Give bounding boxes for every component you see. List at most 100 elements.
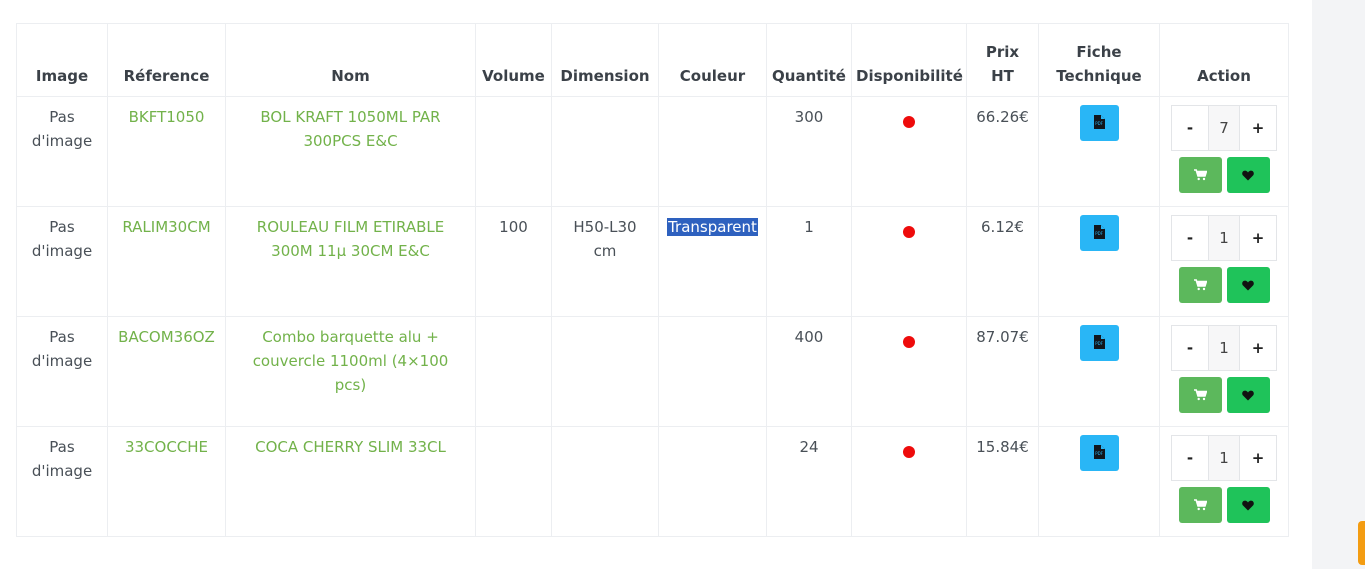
- dimension-cell: [551, 316, 659, 427]
- header-prix-line2: HT: [991, 67, 1014, 85]
- reference-link[interactable]: RALIM30CM: [122, 218, 210, 236]
- image-cell: Pas d'image: [16, 316, 108, 427]
- row-actions: [1160, 157, 1288, 193]
- prix-cell: 6.12€: [966, 206, 1039, 317]
- heart-icon: [1242, 390, 1254, 400]
- add-to-favorites-button[interactable]: [1226, 487, 1270, 523]
- dimension-cell: [551, 426, 659, 537]
- header-dimension: Dimension: [551, 23, 659, 97]
- quantity-stepper: - 7 +: [1160, 105, 1288, 151]
- add-to-favorites-button[interactable]: [1226, 157, 1270, 193]
- quantite-cell: 300: [766, 96, 852, 207]
- heart-icon: [1242, 280, 1254, 290]
- pdf-button[interactable]: PDF: [1079, 105, 1119, 141]
- reference-cell: BACOM36OZ: [107, 316, 226, 427]
- product-name-link[interactable]: Combo barquette alu + couvercle 1100ml (…: [253, 328, 449, 394]
- decrease-button[interactable]: -: [1171, 325, 1209, 371]
- pdf-file-icon: PDF: [1093, 445, 1105, 459]
- dimension-cell: [551, 96, 659, 207]
- volume-cell: [475, 426, 552, 537]
- pdf-button[interactable]: PDF: [1079, 435, 1119, 471]
- availability-dot: [903, 226, 915, 238]
- header-prix: Prix HT: [966, 23, 1039, 97]
- no-image-line1: Pas: [49, 438, 75, 456]
- no-image-line1: Pas: [49, 218, 75, 236]
- no-image-line2: d'image: [31, 462, 93, 480]
- action-cell: - 1 +: [1159, 426, 1289, 537]
- couleur-cell: [658, 96, 767, 207]
- product-name-link[interactable]: COCA CHERRY SLIM 33CL: [255, 438, 446, 456]
- header-action: Action: [1159, 23, 1289, 97]
- table-row: Pas d'image BKFT1050 BOL KRAFT 1050ML PAR…: [16, 96, 1289, 207]
- increase-button[interactable]: +: [1239, 435, 1277, 481]
- decrease-button[interactable]: -: [1171, 215, 1209, 261]
- reference-link[interactable]: BKFT1050: [129, 108, 205, 126]
- increase-button[interactable]: +: [1239, 105, 1277, 151]
- row-actions: [1160, 487, 1288, 523]
- cart-icon: [1193, 389, 1207, 401]
- product-name-link[interactable]: ROULEAU FILM ETIRABLE 300M 11µ 30CM E&C: [257, 218, 444, 260]
- row-actions: [1160, 267, 1288, 303]
- cart-icon: [1193, 279, 1207, 291]
- decrease-button[interactable]: -: [1171, 435, 1209, 481]
- side-tab[interactable]: [1358, 521, 1365, 565]
- quantity-value[interactable]: 1: [1209, 325, 1239, 371]
- image-cell: Pas d'image: [16, 96, 108, 207]
- increase-button[interactable]: +: [1239, 325, 1277, 371]
- prix-cell: 15.84€: [966, 426, 1039, 537]
- reference-cell: BKFT1050: [107, 96, 226, 207]
- action-cell: - 7 +: [1159, 96, 1289, 207]
- header-nom: Nom: [225, 23, 476, 97]
- action-cell: - 1 +: [1159, 206, 1289, 317]
- table-row: Pas d'image RALIM30CM ROULEAU FILM ETIRAB…: [16, 206, 1289, 317]
- cart-icon: [1193, 499, 1207, 511]
- pdf-button[interactable]: PDF: [1079, 325, 1119, 361]
- availability-dot: [903, 446, 915, 458]
- quantity-value[interactable]: 1: [1209, 435, 1239, 481]
- product-name-link[interactable]: BOL KRAFT 1050ML PAR 300PCS E&C: [260, 108, 440, 150]
- no-image-line2: d'image: [31, 132, 93, 150]
- header-image: Image: [16, 23, 108, 97]
- decrease-button[interactable]: -: [1171, 105, 1209, 151]
- add-to-favorites-button[interactable]: [1226, 377, 1270, 413]
- reference-cell: RALIM30CM: [107, 206, 226, 317]
- pdf-file-icon: PDF: [1093, 225, 1105, 239]
- svg-text:PDF: PDF: [1095, 451, 1103, 456]
- action-cell: - 1 +: [1159, 316, 1289, 427]
- add-to-cart-button[interactable]: [1178, 487, 1222, 523]
- table-header-row: Image Réference Nom Volume Dimension Cou…: [16, 23, 1289, 97]
- couleur-value: Transparent: [667, 218, 758, 236]
- quantite-cell: 24: [766, 426, 852, 537]
- increase-button[interactable]: +: [1239, 215, 1277, 261]
- quantity-value[interactable]: 7: [1209, 105, 1239, 151]
- image-cell: Pas d'image: [16, 426, 108, 537]
- header-disponibilite: Disponibilité: [851, 23, 967, 97]
- add-to-cart-button[interactable]: [1178, 377, 1222, 413]
- header-fiche-line1: Fiche: [1076, 43, 1122, 61]
- volume-cell: 100: [475, 206, 552, 317]
- prix-cell: 87.07€: [966, 316, 1039, 427]
- reference-link[interactable]: 33COCCHE: [125, 438, 208, 456]
- header-fiche: Fiche Technique: [1038, 23, 1160, 97]
- reference-cell: 33COCCHE: [107, 426, 226, 537]
- header-couleur: Couleur: [658, 23, 767, 97]
- reference-link[interactable]: BACOM36OZ: [118, 328, 215, 346]
- heart-icon: [1242, 500, 1254, 510]
- quantity-stepper: - 1 +: [1160, 435, 1288, 481]
- row-actions: [1160, 377, 1288, 413]
- no-image-line1: Pas: [49, 108, 75, 126]
- couleur-cell: Transparent: [658, 206, 767, 317]
- no-image-line1: Pas: [49, 328, 75, 346]
- quantite-cell: 1: [766, 206, 852, 317]
- nom-cell: BOL KRAFT 1050ML PAR 300PCS E&C: [225, 96, 476, 207]
- add-to-cart-button[interactable]: [1178, 157, 1222, 193]
- add-to-favorites-button[interactable]: [1226, 267, 1270, 303]
- table-row: Pas d'image 33COCCHE COCA CHERRY SLIM 33C…: [16, 426, 1289, 537]
- quantity-stepper: - 1 +: [1160, 325, 1288, 371]
- availability-dot: [903, 116, 915, 128]
- quantity-value[interactable]: 1: [1209, 215, 1239, 261]
- add-to-cart-button[interactable]: [1178, 267, 1222, 303]
- availability-dot: [903, 336, 915, 348]
- nom-cell: ROULEAU FILM ETIRABLE 300M 11µ 30CM E&C: [225, 206, 476, 317]
- pdf-button[interactable]: PDF: [1079, 215, 1119, 251]
